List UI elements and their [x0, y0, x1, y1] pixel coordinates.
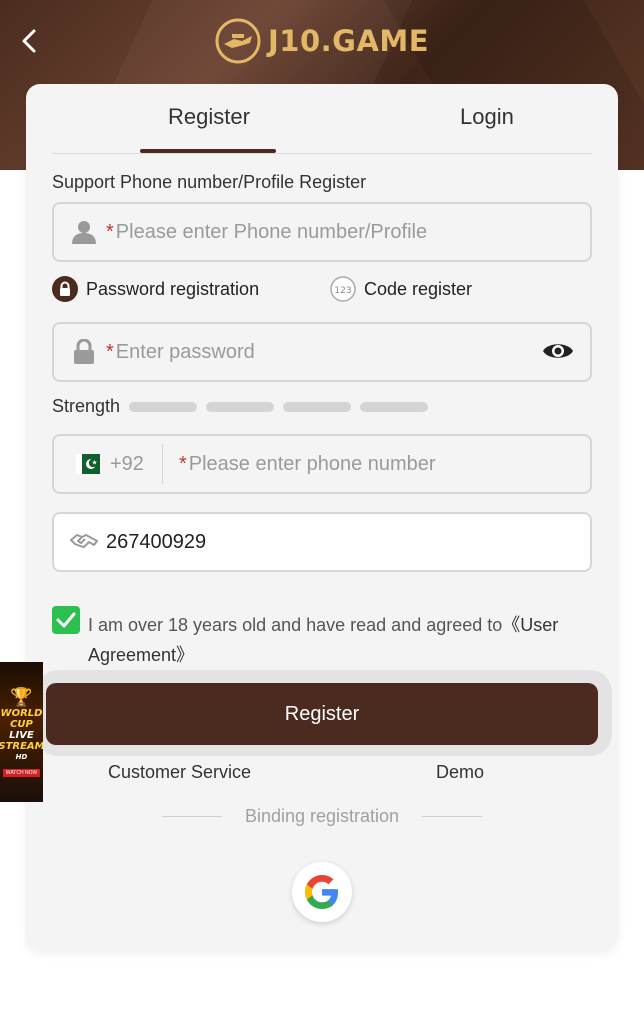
register-mode-options: Password registration 123 Code register [52, 276, 592, 306]
agreement-checkbox[interactable] [52, 606, 80, 634]
user-icon [70, 218, 98, 246]
register-card: Register Login Support Phone number/Prof… [26, 84, 618, 950]
strength-bar [206, 401, 275, 412]
trophy-icon: 🏆 [10, 687, 33, 707]
number-code-icon: 123 [330, 276, 356, 302]
account-label: Support Phone number/Profile Register [52, 172, 367, 192]
logo-emblem-icon [215, 18, 261, 64]
code-register-option[interactable]: 123 Code register [330, 276, 472, 302]
tab-login[interactable]: Login [460, 104, 514, 130]
promo-cta: WATCH NOW [2, 769, 41, 777]
invite-code-input[interactable]: 267400929 [52, 512, 592, 572]
agreement-statement: I am over 18 years old and have read and… [88, 615, 503, 635]
divider-line [422, 816, 482, 817]
brand-logo: J10.GAME [214, 16, 429, 66]
binding-registration-label: Binding registration [244, 806, 400, 826]
chevron-left-icon [22, 29, 36, 53]
check-icon [56, 612, 76, 628]
pakistan-flag-icon [76, 454, 100, 474]
show-password-eye-icon[interactable] [542, 338, 574, 369]
strength-label: Strength [52, 396, 121, 416]
back-button[interactable] [14, 24, 44, 58]
world-cup-promo-banner[interactable]: 🏆 WORLD CUP LIVE STREAM HD WATCH NOW [0, 662, 43, 802]
promo-badge: HD [15, 753, 28, 761]
google-logo-icon [305, 875, 338, 909]
google-signin-button[interactable] [292, 862, 352, 922]
password-registration-option[interactable]: Password registration [52, 276, 259, 302]
tab-register[interactable]: Register [168, 104, 250, 130]
account-input[interactable]: * Please enter Phone number/Profile [52, 202, 592, 262]
lock-badge-icon [52, 276, 78, 302]
required-mark: * [178, 452, 187, 475]
register-button-frame: Register [36, 670, 612, 756]
code-badge-text: 123 [334, 286, 351, 296]
handshake-icon [70, 528, 98, 556]
account-placeholder: Please enter Phone number/Profile [115, 220, 428, 243]
password-strength-meter: Strength [52, 396, 429, 417]
required-mark: * [106, 340, 114, 363]
phone-placeholder: Please enter phone number [188, 452, 436, 475]
country-code-selector[interactable]: +92 [54, 444, 163, 484]
agreement-text: I am over 18 years old and have read and… [88, 610, 588, 670]
promo-line: LIVE [9, 730, 34, 741]
phone-input[interactable]: +92 * Please enter phone number [52, 434, 592, 494]
password-registration-label: Password registration [86, 278, 260, 299]
promo-line: CUP [10, 719, 33, 730]
promo-line: WORLD [0, 708, 43, 719]
lock-icon [70, 338, 98, 366]
strength-bar [360, 401, 429, 412]
password-input[interactable]: * Enter password [52, 322, 592, 382]
register-button[interactable]: Register [46, 683, 598, 745]
password-placeholder: Enter password [115, 340, 255, 363]
binding-registration-divider: Binding registration [162, 806, 482, 827]
code-register-label: Code register [364, 278, 473, 299]
auth-tabs: Register Login [52, 84, 592, 154]
demo-link[interactable]: Demo [436, 762, 484, 783]
strength-bar [283, 401, 352, 412]
country-code: +92 [110, 452, 144, 475]
logo-text: J10.GAME [268, 24, 430, 58]
promo-line: STREAM [0, 741, 43, 752]
divider-line [162, 816, 222, 817]
strength-bar [129, 401, 198, 412]
active-tab-indicator [140, 149, 276, 153]
required-mark: * [106, 220, 114, 243]
invite-code-value: 267400929 [106, 530, 207, 553]
customer-service-link[interactable]: Customer Service [108, 762, 251, 783]
